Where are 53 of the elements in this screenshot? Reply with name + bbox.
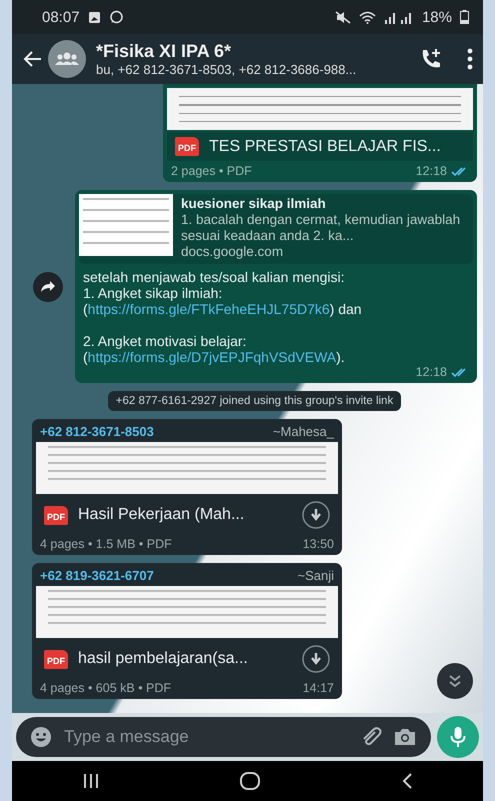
document-message[interactable]: +62 812-3671-8503 ~Mahesa_ PDF Hasil Pekerjaan (Mah... 4 pages • 1.5 MB • PDF 13:50 bbox=[32, 419, 342, 555]
recent-apps-icon[interactable] bbox=[82, 773, 98, 789]
group-avatar-icon[interactable] bbox=[48, 40, 86, 78]
sender-name: ~Mahesa_ bbox=[272, 424, 334, 439]
mute-icon bbox=[334, 10, 351, 24]
microphone-button[interactable] bbox=[437, 716, 479, 758]
file-info: 2 pages • PDF bbox=[171, 164, 253, 178]
document-message[interactable]: PDF TES PRESTASI BELAJAR FIS... 2 pages • PDF 12:18 bbox=[163, 84, 477, 182]
group-title[interactable]: *Fisika XI IPA 6* bbox=[96, 41, 413, 62]
pdf-badge: PDF bbox=[44, 506, 68, 524]
file-name: TES PRESTASI BELAJAR FIS... bbox=[209, 138, 442, 156]
emoji-icon[interactable] bbox=[30, 726, 52, 748]
group-members: bu, +62 812-3671-8503, +62 812-3686-988... bbox=[96, 62, 358, 77]
file-name: Hasil Pekerjaan (Mah... bbox=[78, 506, 246, 524]
battery-percent: 18% bbox=[422, 8, 452, 26]
forward-icon[interactable] bbox=[33, 272, 63, 302]
back-icon[interactable] bbox=[400, 772, 412, 790]
camera-icon[interactable] bbox=[393, 727, 417, 747]
message-text: setelah menjawab tes/soal kalian mengisi: 1. Angket sikap ilmiah: (https://forms.gle/FTkFeheEHJL75D7k6) dan 2. Angket motivasi belajar: (https://forms.gle/D7jvEPJFqhVSdVEWA). bbox=[82, 268, 363, 365]
message-input[interactable]: Type a message bbox=[16, 717, 431, 757]
form-link[interactable]: https://forms.gle/FTkFeheEHJL75D7k6 bbox=[88, 301, 330, 317]
back-arrow-icon[interactable] bbox=[22, 50, 42, 68]
wifi-icon bbox=[358, 10, 376, 24]
more-options-icon[interactable] bbox=[467, 48, 473, 70]
pdf-badge: PDF bbox=[175, 137, 199, 156]
battery-icon bbox=[460, 10, 469, 24]
message-time: 12:18 bbox=[416, 164, 447, 178]
link-title: kuesioner sikap ilmiah bbox=[181, 196, 327, 212]
signal-icon bbox=[384, 10, 414, 24]
download-icon[interactable] bbox=[302, 501, 330, 529]
download-icon[interactable] bbox=[302, 645, 330, 673]
link-description: 1. bacalah dengan cermat, kemudian jawablah sesuai keadaan anda 2. ka... bbox=[181, 212, 462, 244]
sender-number: +62 812-3671-8503 bbox=[40, 424, 154, 439]
file-info: 4 pages • 605 kB • PDF bbox=[40, 681, 172, 695]
microphone-icon bbox=[450, 726, 466, 748]
link-domain: docs.google.com bbox=[181, 244, 284, 260]
sender-number: +62 819-3621-6707 bbox=[40, 568, 154, 583]
file-info: 4 pages • 1.5 MB • PDF bbox=[40, 537, 173, 551]
home-icon[interactable] bbox=[240, 772, 260, 790]
message-time: 13:50 bbox=[302, 537, 334, 551]
chat-bubble-icon bbox=[108, 10, 124, 24]
picture-icon bbox=[88, 10, 101, 24]
link-preview[interactable]: kuesioner sikap ilmiah 1. bacalah dengan cermat, kemudian jawablah sesuai keadaan anda 2. ka... docs.google.com bbox=[79, 194, 473, 264]
message-time: 12:18 bbox=[416, 365, 447, 379]
clock-time: 08:07 bbox=[42, 8, 80, 26]
sender-name: ~Sanji bbox=[298, 568, 334, 583]
document-message[interactable]: +62 819-3621-6707 ~Sanji PDF hasil pembelajaran(sa... 4 pages • 605 kB • PDF 14:17 bbox=[32, 563, 342, 699]
scroll-down-icon[interactable] bbox=[437, 663, 473, 699]
pdf-badge: PDF bbox=[44, 650, 68, 668]
form-link[interactable]: https://forms.gle/D7jvEPJFqhVSdVEWA bbox=[88, 349, 336, 365]
message-time: 14:17 bbox=[302, 681, 334, 695]
system-notice: +62 877-6161-2927 joined using this group's invite link bbox=[108, 391, 402, 411]
file-name: hasil pembelajaran(sa... bbox=[78, 650, 249, 668]
